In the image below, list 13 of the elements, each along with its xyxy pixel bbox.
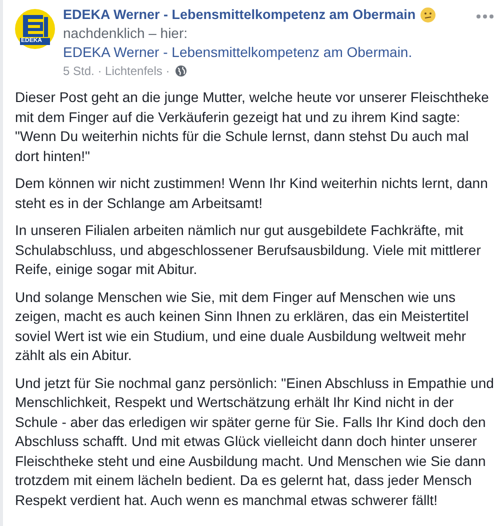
globe-icon[interactable] — [175, 65, 188, 77]
separator-dot: · — [96, 63, 103, 80]
post-paragraph: In unseren Filialen arbeiten nämlich nur gut ausgebildete Fachkräfte, mit Schulabschluss, und abgeschlossener Berufsausbildung. Viele mit mittlerer Reife, einige sogar mit Abitur. — [15, 221, 482, 279]
post-paragraph: Dem können wir nicht zustimmen! Wenn Ihr Kind weiterhin nichts lernt, dann steht es in der Schlange am Arbeitsamt! — [15, 174, 489, 213]
place-text: Lichtenfels — [105, 63, 162, 80]
page-name-link[interactable]: EDEKA Werner - Lebensmittelkompetenz am Obermain — [63, 5, 416, 24]
feeling-text: nachdenklich – hier: EDEKA Werner - Lebensmittelkompetenz am Obermain. — [63, 24, 414, 62]
post-paragraph: Und solange Menschen wie Sie, mit dem Finger auf Menschen wie uns zeigen, macht es auch keinen Sinn Ihnen zu erklären, das ein Meistertitel soviel Wert ist wie ein Studium, und eine duale Ausbildung weltweit mehr zählt als ein Abitur. — [15, 288, 470, 365]
more-options-icon[interactable] — [476, 14, 494, 19]
location-link[interactable]: EDEKA Werner - Lebensmittelkompetenz am Obermain. — [63, 44, 412, 60]
post-paragraph: Und jetzt für Sie nochmal ganz persönlich: "Einen Abschluss in Empathie und Menschlichkeit, Respekt und Wertschätzung erhält Ihr Kind nicht in der Schule - aber das erledigen wir später gerne für Sie. Falls Ihr Kind doch den Abschluss schafft. Und mit etwas Glück vielleicht dann doch hinter unserer Fleischtheke steht und eine Ausbildung macht. Und Menschen wie Sie dann trotzdem mit einem lächeln bedient. Da es gelernt hat, dass jeder Mensch Respekt verdient hat. Auch wenn es manchmal etwas schwerer fällt! — [15, 374, 494, 510]
separator-dot: · — [164, 63, 171, 80]
post-paragraph: Dieser Post geht an die junge Mutter, welche heute vor unserer Fleischtheke mit dem Finger auf die Verkäuferin gezeigt hat und zu ihrem Kind sagte: "Wenn Du weiterhin nichts für die Schule lernst, dann stehst Du auch mal dort hinten!" — [15, 88, 490, 166]
